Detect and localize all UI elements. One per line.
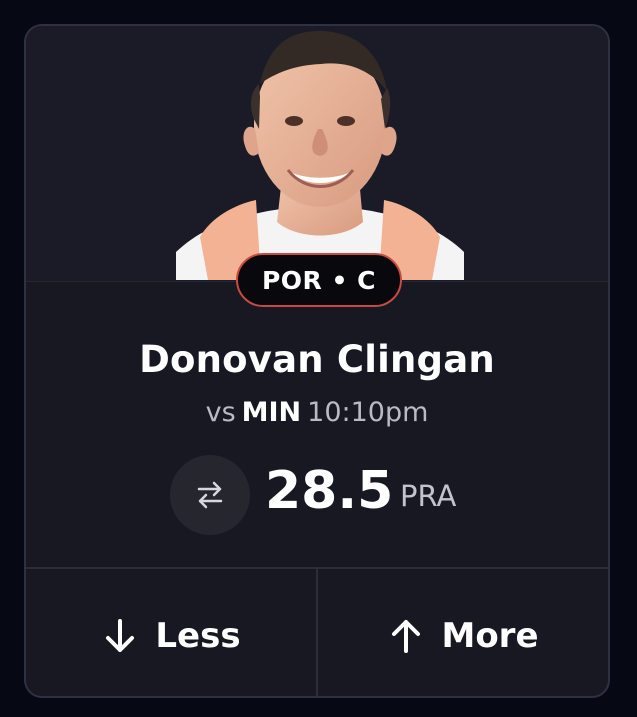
player-photo-area (26, 26, 608, 282)
more-button[interactable]: More (316, 569, 608, 696)
pick-actions: Less More (26, 567, 608, 696)
more-label: More (441, 615, 539, 656)
arrow-up-icon (392, 619, 421, 653)
stat-type: PRA (400, 479, 457, 513)
player-photo (176, 30, 464, 280)
less-button[interactable]: Less (26, 569, 316, 696)
less-label: Less (155, 615, 241, 656)
opponent-team: MIN (241, 397, 302, 428)
swap-arrows-icon (197, 481, 223, 509)
projection-line: 28.5 PRA (26, 455, 608, 535)
game-time: 10:10pm (307, 397, 429, 428)
projection-card[interactable]: POR • C Donovan Clingan vs MIN 10:10pm 28.… (24, 24, 610, 698)
arrow-down-icon (106, 618, 135, 652)
matchup-prefix: vs (205, 397, 236, 428)
matchup-info: vs MIN 10:10pm (26, 397, 608, 428)
swap-button[interactable] (170, 455, 250, 535)
player-name: Donovan Clingan (139, 338, 495, 381)
line-value: 28.5 (265, 461, 394, 521)
team-position-badge: POR • C (236, 253, 402, 307)
